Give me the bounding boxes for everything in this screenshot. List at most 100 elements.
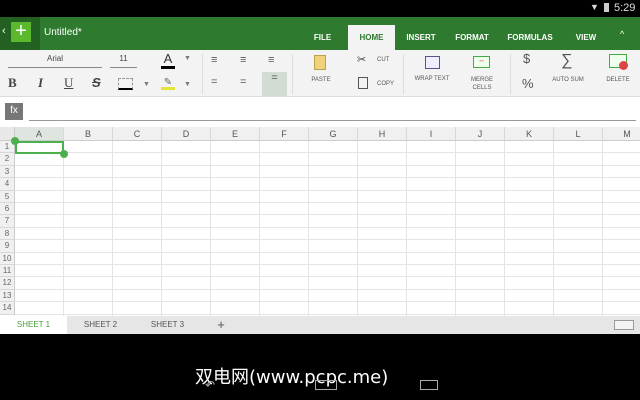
- back-button[interactable]: ‹ +: [0, 17, 40, 50]
- align-right-icon[interactable]: ≡: [268, 54, 274, 66]
- column-header[interactable]: H: [358, 127, 407, 141]
- row-line: [15, 313, 640, 315]
- nav-recents-icon[interactable]: [420, 380, 438, 390]
- keyboard-icon[interactable]: [614, 320, 634, 330]
- row-line: [15, 214, 640, 216]
- row-header[interactable]: 7: [0, 215, 15, 228]
- row-header[interactable]: 10: [0, 252, 15, 265]
- delete-icon: [609, 54, 628, 70]
- column-header[interactable]: E: [211, 127, 260, 141]
- row-header[interactable]: 4: [0, 178, 15, 191]
- app-logo-icon: +: [11, 21, 31, 42]
- title-bar: ‹ + Untitled* FILE HOME INSERT FORMAT FO…: [0, 17, 640, 50]
- column-header[interactable]: J: [456, 127, 505, 141]
- row-header[interactable]: 5: [0, 190, 15, 203]
- align-middle-icon[interactable]: =: [240, 76, 246, 88]
- merge-label-2: CELLS: [472, 85, 492, 91]
- row-line: [15, 301, 640, 303]
- tab-file[interactable]: FILE: [300, 25, 345, 50]
- wrap-text-button[interactable]: WRAP TEXT: [410, 76, 454, 82]
- column-header[interactable]: I: [407, 127, 456, 141]
- row-line: [15, 264, 640, 265]
- fx-button[interactable]: fx: [5, 103, 23, 120]
- row-header[interactable]: 8: [0, 227, 15, 241]
- sheet-tab-3[interactable]: SHEET 3: [134, 316, 201, 334]
- paste-icon: [314, 55, 326, 70]
- column-header[interactable]: K: [505, 127, 554, 141]
- column-header[interactable]: L: [554, 127, 603, 141]
- cut-button[interactable]: CUT: [377, 57, 389, 63]
- italic-button[interactable]: I: [38, 75, 43, 91]
- sheet-tab-1[interactable]: SHEET 1: [0, 316, 67, 334]
- tab-insert[interactable]: INSERT: [397, 25, 445, 50]
- wifi-icon: ▼: [590, 2, 599, 12]
- row-header[interactable]: 6: [0, 203, 15, 216]
- row-line: [15, 288, 640, 290]
- bold-button[interactable]: B: [8, 75, 17, 91]
- collapse-ribbon-icon[interactable]: ^: [620, 29, 624, 39]
- ribbon: Arial 11 A ▼ B I U S ▼ ✎ ▼ ≡ ≡ ≡ = = = P…: [0, 50, 640, 97]
- tab-formulas[interactable]: FORMULAS: [500, 25, 560, 50]
- column-header[interactable]: A: [15, 127, 64, 141]
- formula-bar: fx: [0, 97, 640, 127]
- underline-button[interactable]: U: [64, 75, 73, 91]
- formula-input[interactable]: [29, 105, 636, 121]
- fill-color-icon[interactable]: ✎: [161, 77, 175, 90]
- currency-button[interactable]: $: [523, 51, 530, 66]
- row-line: [15, 152, 640, 154]
- borders-icon[interactable]: [118, 78, 133, 90]
- row-header[interactable]: 2: [0, 153, 15, 166]
- column-header[interactable]: B: [64, 127, 113, 141]
- row-line: [15, 164, 640, 166]
- row-header[interactable]: 12: [0, 277, 15, 290]
- paste-button[interactable]: PASTE: [300, 77, 342, 83]
- align-center-icon[interactable]: ≡: [240, 54, 246, 66]
- auto-sum-button[interactable]: AUTO SUM: [548, 77, 588, 83]
- row-line: [15, 177, 640, 179]
- clock: 5:29: [614, 2, 636, 14]
- fill-color-dropdown-icon[interactable]: ▼: [184, 81, 191, 88]
- row-header[interactable]: 13: [0, 289, 15, 303]
- borders-dropdown-icon[interactable]: ▼: [143, 81, 150, 88]
- align-bottom-icon[interactable]: =: [262, 72, 287, 96]
- font-size-select[interactable]: 11: [110, 54, 137, 68]
- status-bar: ▼ 5:29: [0, 0, 640, 17]
- merge-cells-icon: ↔: [473, 56, 490, 68]
- row-header[interactable]: 14: [0, 302, 15, 315]
- column-header[interactable]: M: [603, 127, 640, 141]
- selection-handle-start[interactable]: [11, 137, 19, 145]
- align-left-icon[interactable]: ≡: [211, 54, 217, 66]
- nav-home-icon[interactable]: [315, 380, 337, 390]
- font-color-button[interactable]: A: [161, 51, 175, 69]
- copy-button[interactable]: COPY: [377, 81, 394, 87]
- tab-home[interactable]: HOME: [348, 25, 395, 50]
- sheet-tab-2[interactable]: SHEET 2: [67, 316, 134, 334]
- column-header[interactable]: G: [309, 127, 358, 141]
- copy-icon[interactable]: [358, 77, 368, 89]
- row-header[interactable]: 9: [0, 240, 15, 253]
- column-header[interactable]: F: [260, 127, 309, 141]
- row-header[interactable]: 3: [0, 165, 15, 179]
- tab-format[interactable]: FORMAT: [448, 25, 496, 50]
- selection-handle-end[interactable]: [60, 150, 68, 158]
- column-header[interactable]: D: [162, 127, 211, 141]
- delete-button[interactable]: DELETE: [600, 77, 636, 83]
- row-line: [15, 202, 640, 203]
- cut-icon[interactable]: ✂: [357, 53, 366, 66]
- spreadsheet-grid[interactable]: A B C D E F G H I J K L M 1 2 3 4 5 6 7 8 9 10 11 12 13 14: [0, 127, 640, 316]
- font-select[interactable]: Arial: [8, 54, 102, 68]
- column-header[interactable]: C: [113, 127, 162, 141]
- row-line: [15, 276, 640, 278]
- align-top-icon[interactable]: =: [211, 76, 217, 88]
- font-color-dropdown-icon[interactable]: ▼: [184, 55, 191, 62]
- percent-button[interactable]: %: [522, 76, 534, 91]
- add-sheet-button[interactable]: +: [210, 316, 232, 334]
- tab-view[interactable]: VIEW: [565, 25, 607, 50]
- row-header[interactable]: 11: [0, 265, 15, 278]
- row-line: [15, 189, 640, 191]
- selected-cell-a1[interactable]: [15, 141, 64, 154]
- nav-back-icon[interactable]: ↶: [205, 378, 215, 392]
- document-title[interactable]: Untitled*: [44, 27, 82, 38]
- merge-cells-button[interactable]: MERGE CELLS: [462, 76, 502, 92]
- strikethrough-button[interactable]: S: [92, 75, 101, 90]
